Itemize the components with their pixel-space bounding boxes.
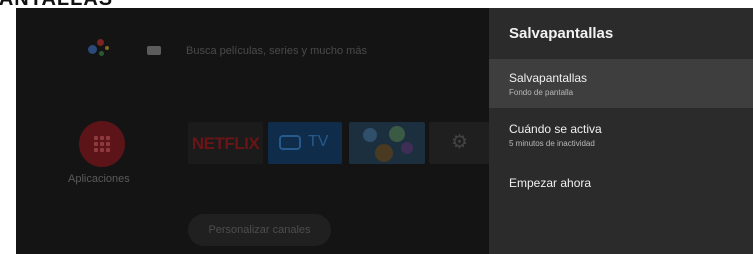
tv-tile-label: TV	[308, 133, 329, 150]
menu-item-primary: Salvapantallas	[509, 71, 588, 85]
settings-tile[interactable]: ⚙	[429, 122, 489, 164]
menu-item-secondary: Fondo de pantalla	[509, 88, 574, 97]
netflix-logo: NETFLIX	[191, 134, 260, 153]
menu-item-screensaver[interactable]: Salvapantallas Fondo de pantalla	[489, 59, 753, 108]
tv-icon	[279, 135, 301, 150]
customize-channels-button[interactable]: Personalizar canales	[188, 214, 331, 246]
tv-tile[interactable]: TV	[268, 122, 342, 164]
menu-item-secondary: 5 minutos de inactividad	[509, 139, 595, 148]
home-screen: Busca películas, series y mucho más Apli…	[16, 8, 489, 254]
menu-item-primary: Cuándo se activa	[509, 122, 602, 136]
menu-item-primary: Empezar ahora	[509, 176, 592, 190]
gear-icon: ⚙	[451, 132, 469, 153]
menu-item-start-now[interactable]: Empezar ahora	[489, 164, 753, 200]
page-heading: PANTALLAS	[0, 0, 113, 9]
keyboard-icon[interactable]	[147, 46, 161, 55]
google-assistant-icon[interactable]	[88, 39, 118, 59]
media-tile[interactable]	[349, 122, 425, 164]
apps-label: Aplicaciones	[68, 173, 130, 185]
panel-title: Salvapantallas	[509, 25, 614, 42]
apps-grid-icon[interactable]	[79, 121, 125, 167]
tv-screen: Busca películas, series y mucho más Apli…	[16, 8, 753, 254]
search-bar[interactable]: Busca películas, series y mucho más	[186, 45, 367, 57]
menu-item-when-active[interactable]: Cuándo se activa 5 minutos de inactivida…	[489, 108, 753, 160]
netflix-tile[interactable]: NETFLIX	[188, 122, 263, 164]
screensaver-panel: Salvapantallas Salvapantallas Fondo de p…	[489, 8, 753, 254]
